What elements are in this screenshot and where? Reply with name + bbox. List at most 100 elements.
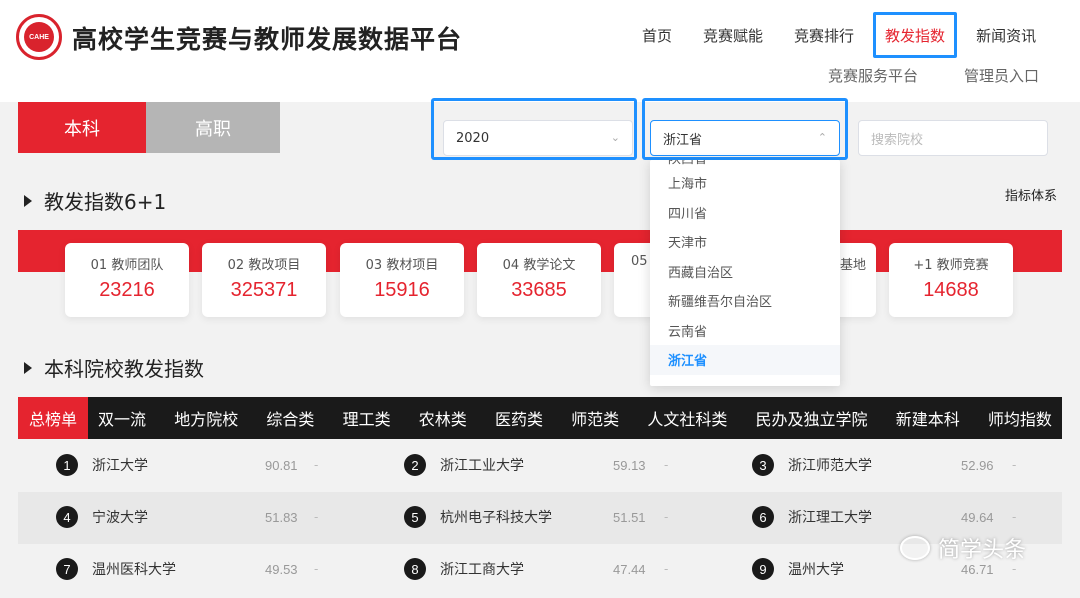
nav-competition-empower[interactable]: 竞赛赋能 <box>691 12 775 58</box>
dropdown-option[interactable]: 新疆维吾尔自治区 <box>650 286 840 316</box>
chevron-up-icon: ⌃ <box>817 131 827 144</box>
site-logo[interactable]: CAHE <box>16 14 62 60</box>
rank-badge: 6 <box>752 506 774 528</box>
category-tabs: 总榜单 双一流 地方院校 综合类 理工类 农林类 医药类 师范类 人文社科类 民… <box>18 397 1062 439</box>
stat-value: 325371 <box>230 279 298 301</box>
stat-label: 03 教材项目 <box>365 258 439 273</box>
trend: - <box>664 458 669 472</box>
level-tabs: 本科 高职 <box>18 102 280 153</box>
rank-badge: 5 <box>404 506 426 528</box>
university-name: 杭州电子科技大学 <box>440 510 552 526</box>
nav-competition-ranking[interactable]: 竞赛排行 <box>782 12 866 58</box>
stat-label: 01 教师团队 <box>90 258 164 273</box>
site-header: CAHE 高校学生竞赛与教师发展数据平台 首页 竞赛赋能 竞赛排行 教发指数 新… <box>0 0 1080 102</box>
nav-service-platform[interactable]: 竞赛服务平台 <box>828 65 918 86</box>
province-select-value: 浙江省 <box>663 132 703 148</box>
nav-home[interactable]: 首页 <box>630 12 684 58</box>
dropdown-option-selected[interactable]: 浙江省 <box>650 345 840 375</box>
stat-label: +1 教师竞赛 <box>913 258 989 273</box>
year-select[interactable]: 2020 ⌄ <box>443 120 633 156</box>
tab-comprehensive[interactable]: 综合类 <box>266 397 315 439</box>
dropdown-option-partial[interactable]: 陕西省 <box>650 160 840 168</box>
ranking-entry[interactable]: 6 浙江理工大学 <box>752 506 872 528</box>
stat-card-reform-projects[interactable]: 02 教改项目 325371 <box>202 243 326 317</box>
stat-card-teaching-papers[interactable]: 04 教学论文 33685 <box>477 243 601 317</box>
stat-card-teacher-competition[interactable]: +1 教师竞赛 14688 <box>889 243 1013 317</box>
dropdown-option[interactable]: 云南省 <box>650 316 840 346</box>
university-name: 浙江师范大学 <box>788 458 872 474</box>
trend: - <box>664 562 669 576</box>
tab-science-engineering[interactable]: 理工类 <box>342 397 391 439</box>
rank-badge: 7 <box>56 558 78 580</box>
ranking-entry[interactable]: 9 温州大学 <box>752 558 844 580</box>
stat-value: 15916 <box>374 279 430 301</box>
dropdown-option[interactable]: 天津市 <box>650 227 840 257</box>
university-name: 温州大学 <box>788 562 844 578</box>
stat-card-teacher-team[interactable]: 01 教师团队 23216 <box>65 243 189 317</box>
province-dropdown: 陕西省 上海市 四川省 天津市 西藏自治区 新疆维吾尔自治区 云南省 浙江省 <box>650 160 840 386</box>
tab-private-independent[interactable]: 民办及独立学院 <box>755 397 868 439</box>
section-undergrad-index: 本科院校教发指数 <box>24 353 204 382</box>
logo-emblem: CAHE <box>24 22 54 52</box>
tab-humanities[interactable]: 人文社科类 <box>647 397 728 439</box>
stat-label: 04 教学论文 <box>502 258 576 273</box>
trend: - <box>314 562 319 576</box>
trend: - <box>314 458 319 472</box>
tab-new-undergrad[interactable]: 新建本科 <box>895 397 960 439</box>
ranking-entry[interactable]: 2 浙江工业大学 <box>404 454 524 476</box>
trend: - <box>1012 458 1017 472</box>
main-nav: 首页 竞赛赋能 竞赛排行 教发指数 新闻资讯 <box>630 12 1055 58</box>
score: 52.96 <box>961 458 994 473</box>
stat-card-textbook-projects[interactable]: 03 教材项目 15916 <box>340 243 464 317</box>
wechat-icon <box>900 536 930 560</box>
dropdown-option[interactable]: 西藏自治区 <box>650 257 840 287</box>
nav-teaching-index[interactable]: 教发指数 <box>873 12 958 58</box>
rank-badge: 4 <box>56 506 78 528</box>
rank-badge: 1 <box>56 454 78 476</box>
score: 49.64 <box>961 510 994 525</box>
ranking-entry[interactable]: 8 浙江工商大学 <box>404 558 524 580</box>
province-select[interactable]: 浙江省 ⌃ <box>650 120 840 156</box>
dropdown-option[interactable]: 四川省 <box>650 198 840 228</box>
ranking-entry[interactable]: 4 宁波大学 <box>56 506 148 528</box>
tab-normal[interactable]: 师范类 <box>571 397 620 439</box>
chevron-down-icon: ⌄ <box>610 131 620 144</box>
rank-badge: 3 <box>752 454 774 476</box>
watermark-text: 简学头条 <box>938 538 1027 563</box>
trend: - <box>1012 510 1017 524</box>
year-select-value: 2020 <box>456 130 490 146</box>
section-undergrad-index-title: 本科院校教发指数 <box>44 357 204 381</box>
stat-value: 33685 <box>511 279 567 301</box>
university-name: 浙江理工大学 <box>788 510 872 526</box>
university-name: 宁波大学 <box>92 510 148 526</box>
ranking-entry[interactable]: 3 浙江师范大学 <box>752 454 872 476</box>
sub-nav: 竞赛服务平台 管理员入口 <box>828 65 1039 86</box>
tab-per-teacher-index[interactable]: 师均指数 <box>987 397 1052 439</box>
stat-label: 02 教改项目 <box>227 258 301 273</box>
trend: - <box>1012 562 1017 576</box>
score: 47.44 <box>613 562 646 577</box>
tab-undergrad[interactable]: 本科 <box>18 102 146 153</box>
tab-local[interactable]: 地方院校 <box>174 397 239 439</box>
ranking-entry[interactable]: 5 杭州电子科技大学 <box>404 506 552 528</box>
nav-admin-entry[interactable]: 管理员入口 <box>964 65 1039 86</box>
tab-double-first-class[interactable]: 双一流 <box>98 397 147 439</box>
ranking-entry[interactable]: 1 浙江大学 <box>56 454 148 476</box>
nav-news[interactable]: 新闻资讯 <box>964 12 1048 58</box>
category-tabs-rest: 双一流 地方院校 综合类 理工类 农林类 医药类 师范类 人文社科类 民办及独立… <box>88 397 1062 439</box>
university-name: 浙江工商大学 <box>440 562 524 578</box>
score: 90.81 <box>265 458 298 473</box>
tab-vocational[interactable]: 高职 <box>146 102 280 153</box>
score: 51.83 <box>265 510 298 525</box>
tab-medicine[interactable]: 医药类 <box>494 397 543 439</box>
triangle-right-icon <box>24 194 32 207</box>
school-search-input[interactable]: 搜索院校 <box>858 120 1048 156</box>
indicator-system-link[interactable]: 指标体系 <box>1005 185 1057 204</box>
trend: - <box>314 510 319 524</box>
ranking-entry[interactable]: 7 温州医科大学 <box>56 558 176 580</box>
tab-agriculture-forestry[interactable]: 农林类 <box>418 397 467 439</box>
dropdown-option[interactable]: 上海市 <box>650 168 840 198</box>
university-name: 浙江大学 <box>92 458 148 474</box>
score: 49.53 <box>265 562 298 577</box>
tab-overall[interactable]: 总榜单 <box>18 397 88 439</box>
